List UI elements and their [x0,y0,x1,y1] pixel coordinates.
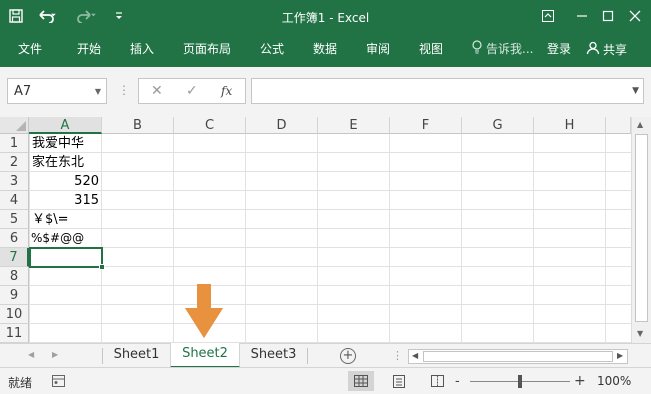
column-header-a[interactable]: A [29,117,102,134]
horizontal-scrollbar[interactable]: ◀ ▶ [408,349,628,364]
row-header-9[interactable]: 9 [0,286,29,305]
normal-view-icon[interactable] [348,371,374,391]
insert-function-button[interactable]: fx [221,84,232,98]
horizontal-scroll-thumb[interactable] [423,351,613,362]
page-layout-view-icon[interactable] [386,371,412,391]
minimize-icon[interactable] [568,4,596,28]
cell-a5[interactable]: ￥$\= [32,210,69,229]
expand-formula-bar-icon[interactable]: ▼ [632,86,639,96]
ribbon-tabs: 文件 开始 插入 页面布局 公式 数据 审阅 视图 告诉我... 登录 共享 [0,33,651,67]
scroll-up-icon[interactable]: ▲ [637,120,643,129]
sheet-tab-2[interactable]: Sheet2 [170,343,240,368]
title-bar: 工作簿1 - Excel [0,0,651,33]
column-header-b[interactable]: B [102,117,174,134]
tab-formulas[interactable]: 公式 [260,40,284,58]
add-sheet-icon[interactable]: + [340,348,356,364]
sheet-tab-3[interactable]: Sheet3 [240,344,307,368]
maximize-icon[interactable] [594,4,622,28]
cell-a4[interactable]: 315 [32,191,99,210]
tab-review[interactable]: 审阅 [366,40,390,58]
cell-a1[interactable]: 我爱中华 [32,134,84,153]
cancel-icon[interactable]: ✕ [151,83,163,99]
column-header-f[interactable]: F [390,117,462,134]
cell-a2[interactable]: 家在东北 [32,153,84,172]
formula-bar-area: A7 ▼ ⋮ ✕ ✓ fx ▼ [0,67,651,117]
page-break-view-icon[interactable] [424,371,450,391]
vertical-scrollbar[interactable]: ▲ ▼ [631,117,651,343]
cell-a3[interactable]: 520 [32,172,99,191]
scroll-left-icon[interactable]: ◀ [412,351,418,360]
tab-view[interactable]: 视图 [419,40,443,58]
vertical-scroll-thumb[interactable] [635,134,648,322]
share-button[interactable]: 共享 [586,38,638,60]
tab-split-handle-icon[interactable]: ⋮ [392,349,403,362]
row-header-11[interactable]: 11 [0,324,29,343]
row-header-5[interactable]: 5 [0,210,29,229]
tell-me-label: 告诉我... [486,42,534,56]
column-header-partial[interactable] [606,117,631,134]
name-box-value: A7 [14,83,32,99]
down-arrow-annotation-icon [185,284,223,338]
lightbulb-icon [472,40,482,57]
row-header-6[interactable]: 6 [0,229,29,248]
select-all-button[interactable] [0,117,29,134]
row-header-3[interactable]: 3 [0,172,29,191]
chevron-down-icon[interactable]: ▼ [95,87,101,96]
status-bar: 就绪 - + 100% [0,367,651,394]
tab-page-layout[interactable]: 页面布局 [183,40,231,58]
formula-input[interactable]: ▼ [251,78,644,104]
status-ready: 就绪 [8,376,33,390]
cell-a6[interactable]: %$#@@ [31,229,84,248]
zoom-out-button[interactable]: - [455,374,460,389]
column-header-h[interactable]: H [534,117,606,134]
zoom-level[interactable]: 100% [597,374,631,388]
next-sheet-icon[interactable]: ▶ [52,350,58,359]
person-icon [586,41,600,58]
column-header-e[interactable]: E [318,117,390,134]
name-box[interactable]: A7 ▼ [7,78,107,104]
row-header-10[interactable]: 10 [0,305,29,324]
enter-icon[interactable]: ✓ [186,83,198,99]
zoom-slider-thumb[interactable] [518,375,522,388]
tab-home[interactable]: 开始 [77,40,101,58]
macro-record-icon[interactable] [52,375,65,387]
sheet-tab-1[interactable]: Sheet1 [103,344,170,368]
row-header-2[interactable]: 2 [0,153,29,172]
fill-handle[interactable] [99,264,105,270]
row-header-8[interactable]: 8 [0,267,29,286]
tab-divider [307,348,308,364]
column-header-d[interactable]: D [246,117,318,134]
ribbon-display-options-icon[interactable] [534,4,562,28]
login-button[interactable]: 登录 [547,40,571,57]
active-cell-selection[interactable] [29,247,105,270]
scroll-right-icon[interactable]: ▶ [617,351,623,360]
column-header-c[interactable]: C [174,117,246,134]
tab-data[interactable]: 数据 [313,40,337,58]
row-header-4[interactable]: 4 [0,191,29,210]
scroll-down-icon[interactable]: ▼ [637,329,643,338]
zoom-in-button[interactable]: + [574,373,586,389]
tab-insert[interactable]: 插入 [130,40,154,58]
cell-area[interactable] [29,134,631,343]
worksheet-grid: A B C D E F G H 1 2 3 4 5 6 7 8 9 10 11 … [0,117,651,343]
row-header-1[interactable]: 1 [0,134,29,153]
tell-me-search[interactable]: 告诉我... [472,40,533,57]
resize-handle-icon[interactable]: ⋮ [118,83,130,97]
sheet-tabs-bar: ◀ ▶ Sheet1 Sheet2 Sheet3 + ⋮ ◀ ▶ [0,343,651,368]
formula-buttons: ✕ ✓ fx [138,78,246,104]
share-label: 共享 [603,42,628,57]
prev-sheet-icon[interactable]: ◀ [28,350,34,359]
tab-file[interactable]: 文件 [18,40,42,58]
row-header-7[interactable]: 7 [0,248,29,267]
close-icon[interactable] [621,4,649,28]
column-header-g[interactable]: G [462,117,534,134]
